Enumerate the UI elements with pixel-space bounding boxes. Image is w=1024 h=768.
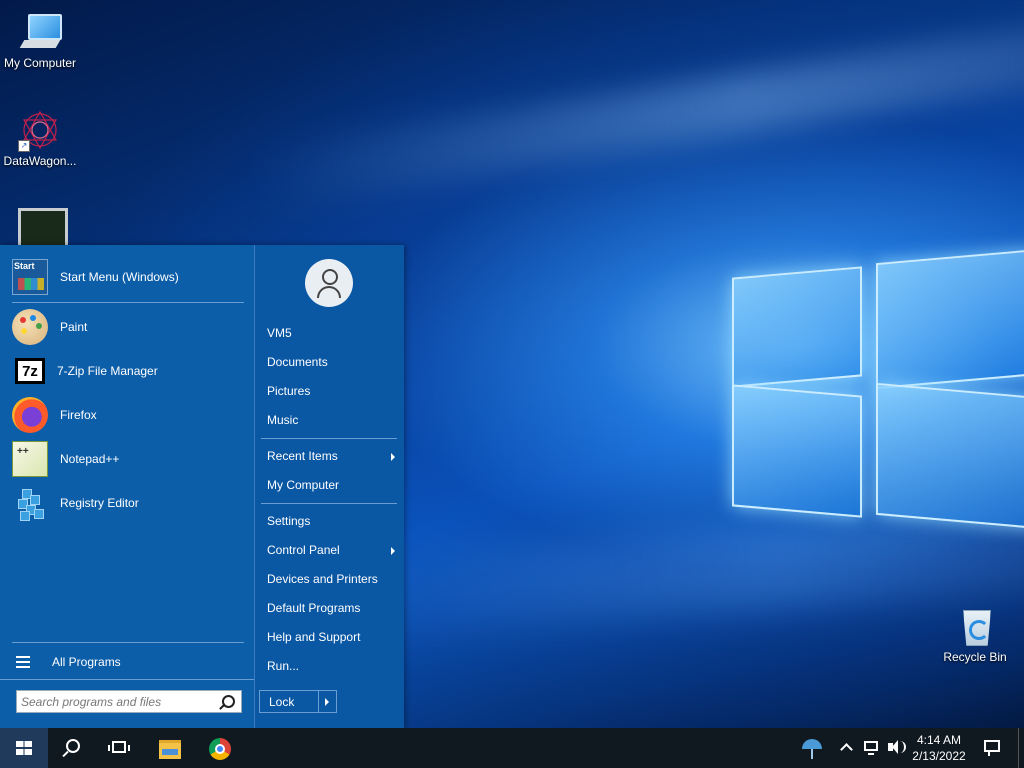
start-menu: Start Start Menu (Windows) Paint 7z 7-Zi…: [0, 245, 404, 728]
menu-item-devices-printers[interactable]: Devices and Printers: [267, 568, 399, 590]
windows-logo-icon: [16, 741, 32, 755]
shortcut-arrow-icon: ↗: [18, 140, 30, 152]
program-label: Start Menu (Windows): [60, 270, 179, 284]
task-view-button[interactable]: [96, 728, 144, 768]
separator: [12, 642, 244, 643]
desktop-icon-my-computer[interactable]: My Computer: [0, 10, 80, 70]
menu-item-default-programs[interactable]: Default Programs: [267, 597, 399, 619]
start-search-box[interactable]: [16, 690, 242, 713]
datawagon-icon: ↗: [18, 108, 62, 152]
program-item-registry-editor[interactable]: Registry Editor: [12, 483, 248, 523]
registry-editor-icon: [12, 485, 48, 521]
umbrella-icon: [802, 739, 822, 759]
separator: [261, 503, 397, 504]
list-icon: [16, 656, 30, 668]
program-item-7zip[interactable]: 7z 7-Zip File Manager: [12, 351, 248, 391]
menu-item-my-computer[interactable]: My Computer: [267, 474, 399, 496]
wallpaper-windows-logo: [730, 248, 1024, 530]
program-item-notepad-plus-plus[interactable]: ++ Notepad++: [12, 439, 248, 479]
action-center-button[interactable]: [980, 728, 1006, 768]
lock-label: Lock: [269, 695, 295, 709]
folder-icon: [159, 740, 181, 759]
network-icon[interactable]: [862, 728, 880, 768]
menu-item-pictures[interactable]: Pictures: [267, 380, 399, 402]
start-button[interactable]: [0, 728, 48, 768]
program-item-firefox[interactable]: Firefox: [12, 395, 248, 435]
user-avatar[interactable]: [305, 259, 353, 307]
desktop-icon-label: My Computer: [3, 56, 77, 70]
desktop-icon-recycle-bin[interactable]: Recycle Bin: [935, 604, 1015, 664]
volume-icon[interactable]: [886, 728, 906, 768]
paint-icon: [12, 309, 48, 345]
program-label: Firefox: [60, 408, 97, 422]
taskbar-search-button[interactable]: [48, 728, 96, 768]
menu-item-music[interactable]: Music: [267, 409, 399, 431]
menu-item-help-support[interactable]: Help and Support: [267, 626, 399, 648]
submenu-arrow-icon: [391, 547, 395, 555]
program-label: Notepad++: [60, 452, 120, 466]
firefox-icon: [12, 397, 48, 433]
search-icon[interactable]: [222, 695, 235, 708]
menu-item-control-panel[interactable]: Control Panel: [267, 539, 399, 561]
all-programs-label: All Programs: [52, 655, 121, 669]
separator: [12, 302, 244, 303]
desktop-icon-datawagon[interactable]: ↗ DataWagon...: [0, 108, 80, 168]
menu-item-settings[interactable]: Settings: [267, 510, 399, 532]
start-menu-programs-column: Start Start Menu (Windows) Paint 7z 7-Zi…: [0, 245, 254, 728]
menu-item-recent-items[interactable]: Recent Items: [267, 445, 399, 467]
show-hidden-icons-button[interactable]: [838, 728, 854, 768]
lock-button[interactable]: Lock: [259, 690, 337, 713]
program-item-paint[interactable]: Paint: [12, 307, 248, 347]
separator: [261, 438, 397, 439]
power-options-arrow-icon[interactable]: [325, 698, 329, 706]
divider: [318, 691, 319, 712]
desktop-icon-label: Recycle Bin: [943, 650, 1007, 664]
tray-weather[interactable]: [798, 728, 826, 768]
taskbar-clock[interactable]: 4:14 AM 2/13/2022: [908, 728, 970, 768]
program-label: Registry Editor: [60, 496, 139, 510]
menu-item-user[interactable]: VM5: [267, 322, 399, 344]
menu-item-label: Recent Items: [267, 449, 338, 463]
search-input[interactable]: [21, 693, 217, 710]
7zip-icon: 7z: [15, 358, 45, 384]
start-menu-app-icon: Start: [12, 259, 48, 295]
notepad-plus-plus-icon: ++: [12, 441, 48, 477]
show-desktop-button[interactable]: [1018, 728, 1024, 768]
clock-time: 4:14 AM: [916, 733, 962, 747]
my-computer-icon: [18, 10, 62, 54]
taskbar-chrome[interactable]: [196, 728, 244, 768]
recycle-bin-icon: [953, 604, 997, 648]
start-menu-places-column: VM5 Documents Pictures Music Recent Item…: [254, 245, 404, 728]
separator: [0, 679, 254, 680]
taskbar-file-explorer[interactable]: [146, 728, 194, 768]
wallpaper-light-beam: [255, 22, 1024, 210]
menu-item-documents[interactable]: Documents: [267, 351, 399, 373]
all-programs-button[interactable]: All Programs: [16, 650, 246, 674]
submenu-arrow-icon: [391, 453, 395, 461]
task-view-icon: [112, 741, 126, 753]
clock-date: 2/13/2022: [912, 749, 966, 763]
taskbar: 4:14 AM 2/13/2022: [0, 728, 1024, 768]
start-menu-pinned-start-menu-windows[interactable]: Start Start Menu (Windows): [12, 257, 248, 297]
chrome-icon: [209, 738, 231, 760]
desktop-icon-label: DataWagon...: [3, 154, 77, 168]
menu-item-label: Control Panel: [267, 543, 340, 557]
program-label: 7-Zip File Manager: [57, 364, 158, 378]
menu-item-run[interactable]: Run...: [267, 655, 399, 677]
program-label: Paint: [60, 320, 88, 334]
